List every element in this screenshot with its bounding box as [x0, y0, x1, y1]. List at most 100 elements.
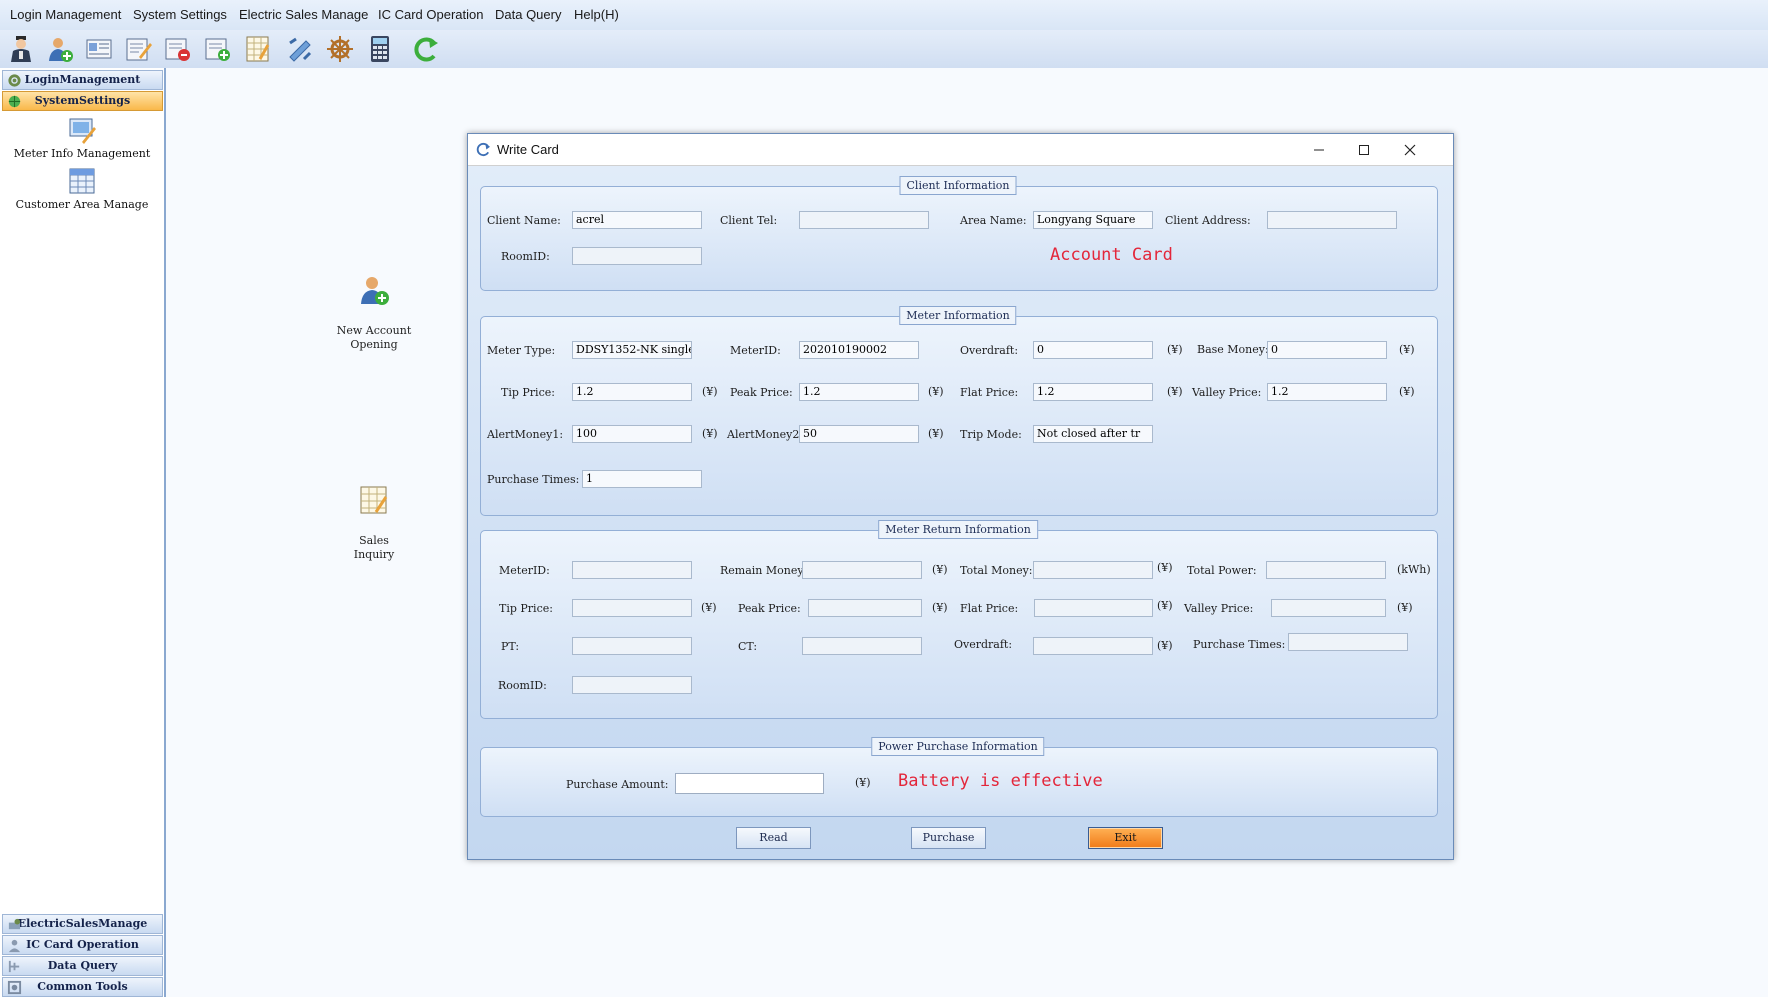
sidebar-item-login-management[interactable]: LoginManagement	[2, 70, 163, 90]
client-tel-field[interactable]	[799, 211, 929, 229]
alert-money1-field[interactable]: 100	[572, 425, 692, 443]
exit-button[interactable]: Exit	[1088, 827, 1163, 849]
tip-price-field[interactable]: 1.2	[572, 383, 692, 401]
menu-system-settings[interactable]: System Settings	[133, 7, 227, 22]
client-name-label: Client Name:	[487, 214, 561, 227]
sidebar-sub-meter-info[interactable]: Meter Info Management	[0, 115, 164, 160]
pt-label: PT:	[501, 640, 520, 653]
ships-wheel-icon[interactable]	[325, 34, 355, 64]
new-account-opening-shortcut[interactable]: New Account Opening	[329, 260, 419, 352]
client-tel-label: Client Tel:	[720, 214, 778, 227]
purchase-button[interactable]: Purchase	[911, 827, 986, 849]
menu-help[interactable]: Help(H)	[574, 7, 619, 22]
client-roomid-field[interactable]	[572, 247, 702, 265]
alert-money1-unit: (¥)	[702, 427, 718, 440]
close-button[interactable]	[1388, 134, 1432, 165]
overdraft-label: Overdraft:	[960, 344, 1019, 357]
area-grid-icon	[69, 168, 95, 194]
purchase-times-label: Purchase Times:	[487, 473, 580, 486]
return-overdraft-field[interactable]	[1033, 637, 1153, 655]
valley-price-unit: (¥)	[1399, 385, 1415, 398]
meter-return-information-legend: Meter Return Information	[878, 520, 1038, 539]
remain-money-field[interactable]	[802, 561, 922, 579]
alert-money1-label: AlertMoney1:	[487, 428, 564, 441]
trip-mode-field[interactable]: Not closed after tr	[1033, 425, 1153, 443]
purchase-times-field[interactable]: 1	[582, 470, 702, 488]
read-button[interactable]: Read	[736, 827, 811, 849]
total-money-field[interactable]	[1033, 561, 1153, 579]
delete-form-icon[interactable]	[163, 34, 193, 64]
return-roomid-label: RoomID:	[498, 679, 547, 692]
return-peak-price-field[interactable]	[808, 599, 922, 617]
return-valley-price-field[interactable]	[1271, 599, 1386, 617]
return-flat-price-label: Flat Price:	[960, 602, 1019, 615]
calculator-icon[interactable]	[365, 34, 395, 64]
sidebar-item-electric-sales-manage[interactable]: ElectricSalesManage	[2, 914, 163, 934]
refresh-arrow-icon[interactable]	[411, 34, 441, 64]
overdraft-unit: (¥)	[1167, 343, 1183, 356]
client-information-legend: Client Information	[899, 176, 1017, 195]
menu-login-management[interactable]: Login Management	[10, 7, 121, 22]
total-power-field[interactable]	[1266, 561, 1386, 579]
alert-money2-label: AlertMoney2:	[727, 428, 804, 441]
remain-money-label: Remain Money:	[720, 564, 808, 577]
return-roomid-field[interactable]	[572, 676, 692, 694]
base-money-unit: (¥)	[1399, 343, 1415, 356]
sidebar-item-system-settings[interactable]: SystemSettings	[2, 91, 163, 111]
peak-price-label: Peak Price:	[730, 386, 793, 399]
menu-data-query[interactable]: Data Query	[495, 7, 561, 22]
return-peak-price-label: Peak Price:	[738, 602, 801, 615]
purchase-amount-unit: (¥)	[855, 776, 871, 789]
tools-icon[interactable]	[285, 34, 315, 64]
menu-ic-card-operation[interactable]: IC Card Operation	[378, 7, 484, 22]
sidebar-item-ic-card-operation[interactable]: IC Card Operation	[2, 935, 163, 955]
purchase-amount-input[interactable]	[675, 773, 824, 794]
flat-price-field[interactable]: 1.2	[1033, 383, 1153, 401]
return-tip-price-field[interactable]	[572, 599, 692, 617]
add-user-icon[interactable]	[45, 34, 75, 64]
return-flat-price-field[interactable]	[1034, 599, 1153, 617]
ct-field[interactable]	[802, 637, 922, 655]
dialog-title-bar[interactable]: Write Card	[468, 134, 1453, 166]
minimize-button[interactable]	[1297, 134, 1341, 165]
dialog-body: Client Information Client Name: acrel Cl…	[468, 166, 1453, 859]
return-meter-id-field[interactable]	[572, 561, 692, 579]
flat-price-unit: (¥)	[1167, 385, 1183, 398]
account-card-icon[interactable]	[84, 34, 114, 64]
sidebar-item-common-tools[interactable]: Common Tools	[2, 977, 163, 997]
alert-money2-field[interactable]: 50	[799, 425, 919, 443]
maximize-icon	[1359, 144, 1369, 155]
tip-price-label: Tip Price:	[501, 386, 555, 399]
query-icon	[8, 960, 20, 973]
return-overdraft-unit: (¥)	[1157, 639, 1173, 652]
sales-inquiry-shortcut[interactable]: Sales Inquiry	[329, 470, 419, 562]
base-money-field[interactable]: 0	[1267, 341, 1387, 359]
dialog-title: Write Card	[497, 142, 559, 157]
sidebar-item-data-query[interactable]: Data Query	[2, 956, 163, 976]
pt-field[interactable]	[572, 637, 692, 655]
tools-book-icon	[7, 980, 22, 995]
meter-information-legend: Meter Information	[899, 306, 1017, 325]
return-overdraft-label: Overdraft:	[954, 638, 1013, 651]
sidebar-sub-customer-area[interactable]: Customer Area Manage	[0, 166, 164, 211]
tip-price-unit: (¥)	[702, 385, 718, 398]
power-purchase-information-legend: Power Purchase Information	[871, 737, 1045, 756]
peak-price-field[interactable]: 1.2	[799, 383, 919, 401]
meter-id-field[interactable]: 202010190002	[799, 341, 919, 359]
maximize-button[interactable]	[1342, 134, 1386, 165]
return-peak-price-unit: (¥)	[932, 601, 948, 614]
client-address-field[interactable]	[1267, 211, 1397, 229]
menu-electric-sales-manage[interactable]: Electric Sales Manage	[239, 7, 368, 22]
add-form-icon[interactable]	[203, 34, 233, 64]
total-power-unit: (kWh)	[1397, 563, 1431, 576]
login-gear-icon	[8, 74, 21, 87]
client-name-field[interactable]: acrel	[572, 211, 702, 229]
operator-icon[interactable]	[6, 34, 36, 64]
edit-form-icon[interactable]	[124, 34, 154, 64]
return-purchase-times-field[interactable]	[1288, 633, 1408, 651]
area-name-field[interactable]: Longyang Square	[1033, 211, 1153, 229]
overdraft-field[interactable]: 0	[1033, 341, 1153, 359]
meter-type-field[interactable]: DDSY1352-NK single-	[572, 341, 692, 359]
report-icon[interactable]	[243, 34, 273, 64]
valley-price-field[interactable]: 1.2	[1267, 383, 1387, 401]
